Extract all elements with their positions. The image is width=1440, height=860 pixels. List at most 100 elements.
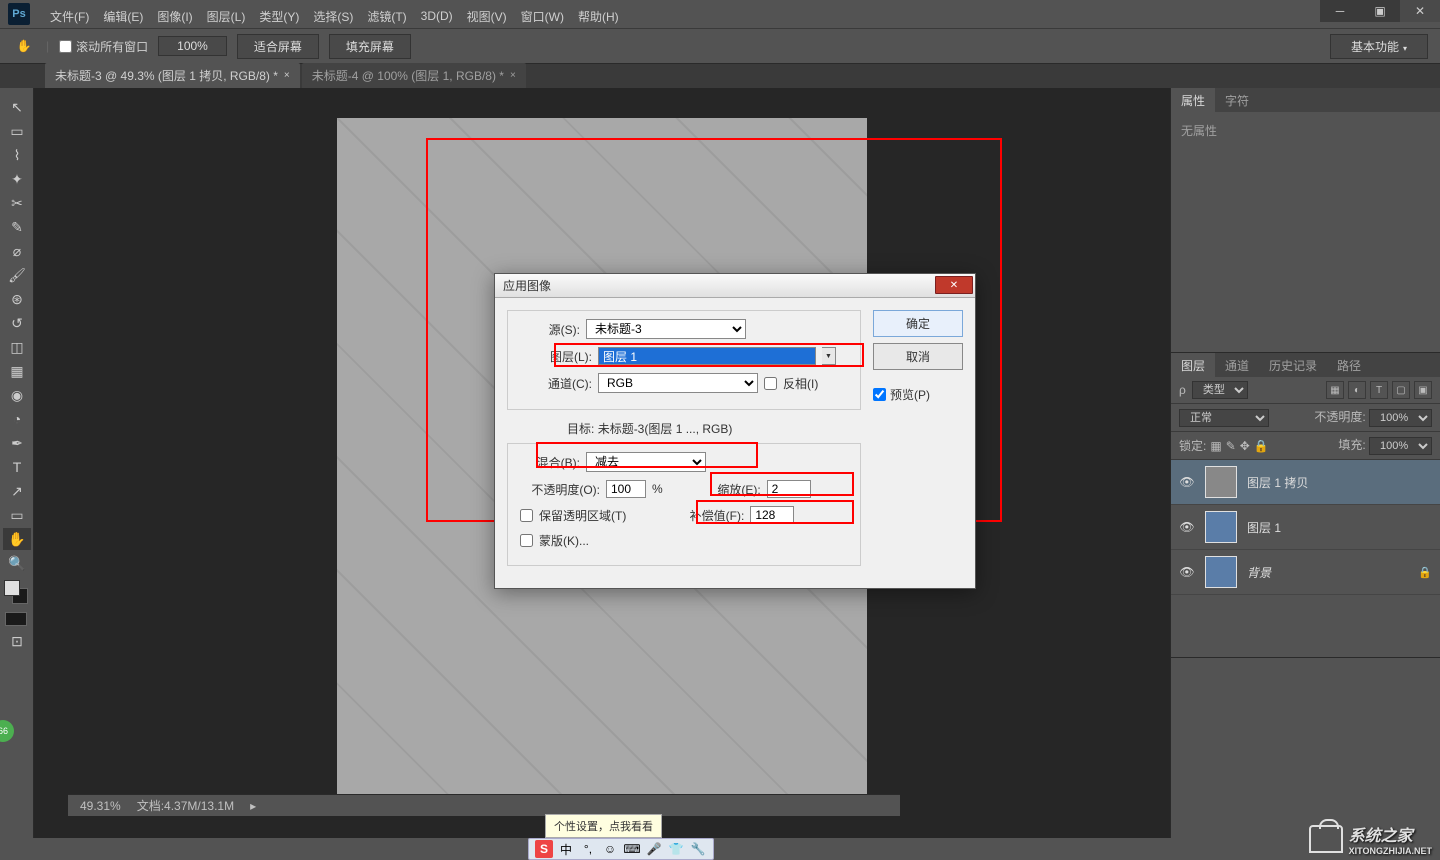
mask-checkbox[interactable] — [520, 534, 533, 547]
fit-screen-button[interactable]: 适合屏幕 — [237, 34, 319, 59]
lock-all-icon[interactable]: 🔒 — [1254, 439, 1269, 453]
source-select[interactable]: 未标题-3 — [586, 319, 746, 339]
ok-button[interactable]: 确定 — [873, 310, 963, 337]
layer-row-bg[interactable]: 👁 背景 🔒 — [1171, 550, 1440, 595]
layer-row-copy[interactable]: 👁 图层 1 拷贝 — [1171, 460, 1440, 505]
layer-opacity[interactable]: 100% — [1369, 409, 1432, 427]
sogou-icon[interactable]: S — [535, 840, 553, 858]
pen-tool-icon[interactable]: ✒ — [3, 432, 31, 454]
emoji-icon[interactable]: ☺ — [601, 840, 619, 858]
screen-mode-icon[interactable]: ⊡ — [3, 630, 31, 652]
offset-input[interactable] — [750, 506, 794, 524]
menu-layer[interactable]: 图层(L) — [207, 8, 246, 25]
doc-tab-1[interactable]: 未标题-3 @ 49.3% (图层 1 拷贝, RGB/8) * × — [45, 63, 300, 88]
preview-checkbox[interactable]: 预览(P) — [873, 386, 963, 403]
voice-icon[interactable]: 🎤 — [645, 840, 663, 858]
filter-pixel-icon[interactable]: ▦ — [1326, 381, 1344, 399]
filter-shape-icon[interactable]: ▢ — [1392, 381, 1410, 399]
ime-lang[interactable]: 中 — [557, 840, 575, 858]
channel-select[interactable]: RGB — [598, 373, 758, 393]
chevron-down-icon[interactable]: ▼ — [822, 347, 836, 365]
menu-3d[interactable]: 3D(D) — [421, 9, 453, 23]
eyedropper-tool-icon[interactable]: ✎ — [3, 216, 31, 238]
filter-type-icon[interactable]: T — [1370, 381, 1388, 399]
toolbox-icon[interactable]: 🔧 — [689, 840, 707, 858]
maximize-button[interactable]: ▣ — [1360, 0, 1400, 22]
doc-size-status[interactable]: 文档:4.37M/13.1M — [137, 797, 234, 814]
blend-mode-select[interactable]: 正常 — [1179, 409, 1269, 427]
layer-fill[interactable]: 100% — [1369, 437, 1432, 455]
menu-edit[interactable]: 编辑(E) — [103, 8, 143, 25]
menu-type[interactable]: 类型(Y) — [259, 8, 299, 25]
history-brush-tool-icon[interactable]: ↺ — [3, 312, 31, 334]
menu-file[interactable]: 文件(F) — [50, 8, 89, 25]
blend-select[interactable]: 减去 — [586, 452, 706, 472]
menu-help[interactable]: 帮助(H) — [578, 8, 619, 25]
eraser-tool-icon[interactable]: ◫ — [3, 336, 31, 358]
brush-tool-icon[interactable]: 🖌 — [3, 264, 31, 286]
lock-pos-icon[interactable]: ✥ — [1240, 439, 1250, 453]
lock-paint-icon[interactable]: ✎ — [1226, 439, 1236, 453]
lock-trans-icon[interactable]: ▦ — [1210, 439, 1221, 453]
hand-tool-icon[interactable]: ✋ — [3, 528, 31, 550]
fill-screen-button[interactable]: 填充屏幕 — [329, 34, 411, 59]
dialog-title-bar[interactable]: 应用图像 ✕ — [495, 274, 975, 298]
filter-smart-icon[interactable]: ▣ — [1414, 381, 1432, 399]
visibility-icon[interactable]: 👁 — [1179, 520, 1195, 534]
wand-tool-icon[interactable]: ✦ — [3, 168, 31, 190]
tab-channels[interactable]: 通道 — [1215, 353, 1259, 378]
keyboard-icon[interactable]: ⌨ — [623, 840, 641, 858]
stamp-tool-icon[interactable]: ⊛ — [3, 288, 31, 310]
menu-image[interactable]: 图像(I) — [157, 8, 192, 25]
opacity-input[interactable] — [606, 480, 646, 498]
close-icon[interactable]: × — [284, 70, 290, 81]
apply-image-dialog: 应用图像 ✕ 源(S): 未标题-3 图层(L): 图层 1 ▼ — [494, 273, 976, 589]
skin-icon[interactable]: 👕 — [667, 840, 685, 858]
path-tool-icon[interactable]: ↗ — [3, 480, 31, 502]
move-tool-icon[interactable]: ↖ — [3, 96, 31, 118]
healing-tool-icon[interactable]: ⌀ — [3, 240, 31, 262]
close-icon[interactable]: × — [510, 70, 516, 81]
menu-window[interactable]: 窗口(W) — [521, 8, 564, 25]
zoom-level-box[interactable]: 100% — [158, 36, 227, 56]
dodge-tool-icon[interactable]: ◔ — [3, 408, 31, 430]
filter-adj-icon[interactable]: ◐ — [1348, 381, 1366, 399]
layer-select[interactable]: 图层 1 — [598, 347, 816, 365]
chevron-right-icon[interactable]: ▸ — [250, 799, 256, 813]
layer-filter-kind[interactable]: 类型 — [1192, 381, 1248, 399]
dialog-close-button[interactable]: ✕ — [935, 276, 973, 294]
crop-tool-icon[interactable]: ✂ — [3, 192, 31, 214]
punct-icon[interactable]: °, — [579, 840, 597, 858]
type-tool-icon[interactable]: T — [3, 456, 31, 478]
preserve-trans-checkbox[interactable] — [520, 509, 533, 522]
scale-input[interactable] — [767, 480, 811, 498]
invert-checkbox[interactable] — [764, 377, 777, 390]
tab-history[interactable]: 历史记录 — [1259, 353, 1327, 378]
menu-select[interactable]: 选择(S) — [313, 8, 353, 25]
visibility-icon[interactable]: 👁 — [1179, 565, 1195, 579]
menu-view[interactable]: 视图(V) — [467, 8, 507, 25]
close-button[interactable]: ✕ — [1400, 0, 1440, 22]
scroll-all-checkbox[interactable]: 滚动所有窗口 — [59, 38, 148, 55]
marquee-tool-icon[interactable]: ▭ — [3, 120, 31, 142]
tab-layers[interactable]: 图层 — [1171, 353, 1215, 378]
ime-bar[interactable]: S 中 °, ☺ ⌨ 🎤 👕 🔧 — [528, 838, 714, 860]
doc-tab-2[interactable]: 未标题-4 @ 100% (图层 1, RGB/8) * × — [302, 63, 526, 88]
tab-paths[interactable]: 路径 — [1327, 353, 1371, 378]
color-swatches[interactable] — [4, 580, 28, 604]
tab-character[interactable]: 字符 — [1215, 88, 1259, 113]
cancel-button[interactable]: 取消 — [873, 343, 963, 370]
minimize-button[interactable]: ─ — [1320, 0, 1360, 22]
visibility-icon[interactable]: 👁 — [1179, 475, 1195, 489]
blur-tool-icon[interactable]: ◉ — [3, 384, 31, 406]
quick-mask-icon[interactable] — [5, 612, 27, 626]
menu-filter[interactable]: 滤镜(T) — [367, 8, 406, 25]
zoom-tool-icon[interactable]: 🔍 — [3, 552, 31, 574]
layer-row-1[interactable]: 👁 图层 1 — [1171, 505, 1440, 550]
gradient-tool-icon[interactable]: ▦ — [3, 360, 31, 382]
tab-properties[interactable]: 属性 — [1171, 88, 1215, 113]
zoom-status[interactable]: 49.31% — [80, 799, 121, 813]
workspace-switcher[interactable]: 基本功能 — [1330, 34, 1428, 59]
lasso-tool-icon[interactable]: ⌇ — [3, 144, 31, 166]
shape-tool-icon[interactable]: ▭ — [3, 504, 31, 526]
